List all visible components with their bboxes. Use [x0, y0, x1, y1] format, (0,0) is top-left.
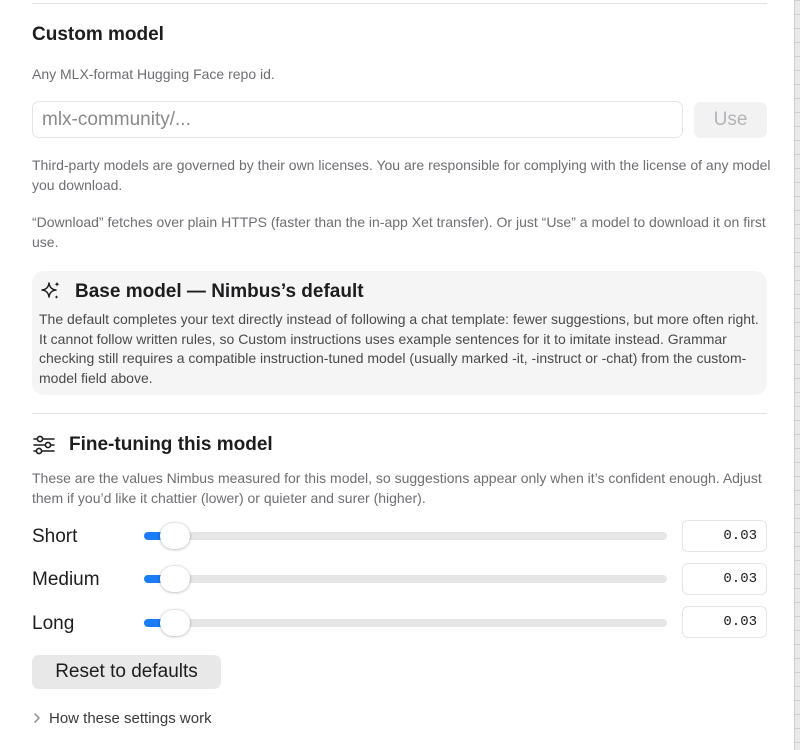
custom-model-title: Custom model — [32, 24, 164, 45]
fine-tuning-title: Fine-tuning this model — [69, 434, 273, 455]
threshold-label-long: Long — [32, 613, 75, 634]
section-divider — [32, 413, 767, 414]
threshold-value-short[interactable]: 0.03 — [682, 520, 767, 552]
threshold-slider-short[interactable] — [144, 523, 667, 549]
threshold-value-medium[interactable]: 0.03 — [682, 563, 767, 595]
slider-knob[interactable] — [159, 610, 190, 636]
threshold-value-long[interactable]: 0.03 — [682, 606, 767, 638]
threshold-slider-long[interactable] — [144, 610, 667, 636]
background-window-edge — [795, 0, 800, 750]
fine-tuning-description: These are the values Nimbus measured for… — [32, 470, 762, 506]
use-model-button[interactable]: Use — [694, 102, 767, 138]
chevron-right-icon — [34, 713, 40, 723]
download-notice: “Download” fetches over plain HTTPS (fas… — [32, 214, 766, 250]
top-divider — [32, 3, 767, 4]
threshold-label-medium: Medium — [32, 569, 100, 590]
base-model-title: Base model — Nimbus’s default — [75, 281, 364, 302]
how-settings-work-disclosure[interactable]: How these settings work — [32, 709, 212, 727]
sliders-icon — [33, 435, 55, 455]
sparkles-icon — [41, 281, 60, 299]
threshold-label-short: Short — [32, 526, 78, 547]
custom-model-input[interactable] — [32, 101, 683, 138]
threshold-slider-medium[interactable] — [144, 566, 667, 592]
settings-panel: Custom model Any MLX-format Hugging Face… — [0, 0, 795, 750]
slider-knob[interactable] — [159, 566, 190, 592]
reset-defaults-button[interactable]: Reset to defaults — [32, 655, 221, 689]
base-model-body: The default completes your text directly… — [39, 311, 759, 386]
custom-model-description: Any MLX-format Hugging Face repo id. — [32, 66, 275, 82]
how-settings-work-label: How these settings work — [49, 709, 212, 727]
license-notice: Third-party models are governed by their… — [32, 157, 771, 193]
base-model-card: Base model — Nimbus’s default The defaul… — [32, 271, 767, 395]
slider-knob[interactable] — [159, 523, 190, 549]
